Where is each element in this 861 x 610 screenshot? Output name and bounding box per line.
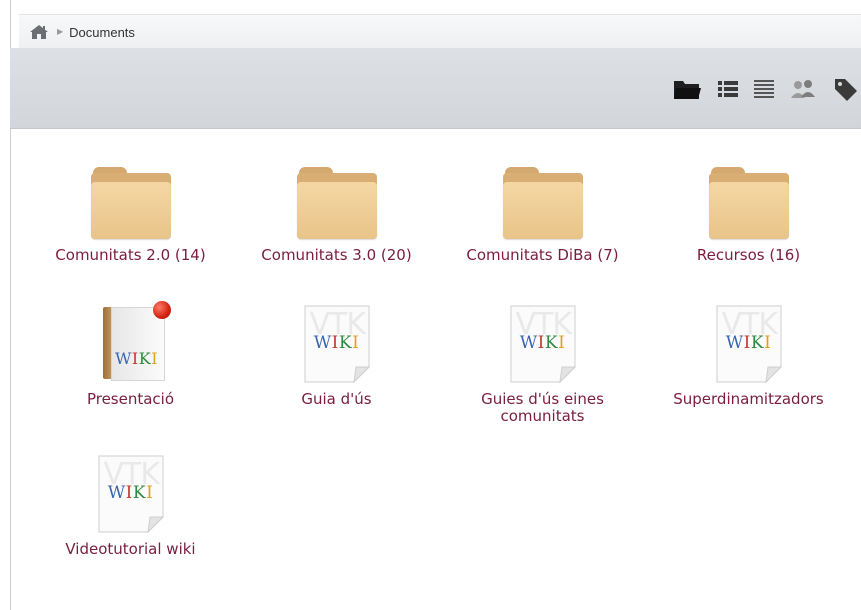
- folder-icon: [502, 167, 583, 239]
- breadcrumb: ▶ Documents: [19, 14, 861, 49]
- folder-icon: [708, 167, 789, 239]
- folder-icon: [673, 78, 701, 104]
- wiki-document-icon: VTK WIKI: [716, 305, 782, 383]
- folder-label[interactable]: Comunitats DiBa (7): [440, 247, 645, 264]
- folder-item[interactable]: Comunitats DiBa (7): [440, 157, 645, 264]
- document-item[interactable]: VTK WIKI Superdinamitzadors: [646, 301, 851, 408]
- new-badge-icon: [152, 301, 171, 319]
- wiki-doc-icon-wrap: VTK WIKI: [440, 301, 645, 383]
- wiki-logo-text: WIKI: [519, 333, 566, 353]
- document-item[interactable]: VTK WIKI Guies d'ús eines comunitats: [440, 301, 645, 425]
- folder-view-button[interactable]: [672, 78, 702, 104]
- folder-item[interactable]: Comunitats 3.0 (20): [234, 157, 439, 264]
- document-item[interactable]: VTK WIKI Videotutorial wiki: [28, 451, 233, 558]
- wiki-doc-icon-wrap: VTK WIKI: [234, 301, 439, 383]
- wiki-doc-icon-wrap: VTK WIKI: [646, 301, 851, 383]
- document-label[interactable]: Superdinamitzadors: [646, 391, 851, 408]
- tag-view-button[interactable]: [832, 78, 860, 104]
- folder-label[interactable]: Recursos (16): [646, 247, 851, 264]
- document-label[interactable]: Guia d'ús: [234, 391, 439, 408]
- folder-icon: [90, 167, 171, 239]
- wiki-logo-text: WIKI: [107, 483, 154, 503]
- tag-icon: [833, 77, 859, 105]
- users-icon: [789, 78, 817, 104]
- folder-item[interactable]: Recursos (16): [646, 157, 851, 264]
- home-icon[interactable]: [29, 23, 49, 41]
- document-label[interactable]: Guies d'ús eines comunitats: [468, 391, 618, 425]
- breadcrumb-current[interactable]: Documents: [69, 25, 135, 40]
- wiki-doc-icon-wrap: VTK WIKI: [28, 451, 233, 533]
- wiki-logo-text: WIKI: [725, 333, 772, 353]
- document-label[interactable]: Presentació: [28, 391, 233, 408]
- view-toolbar: [10, 48, 861, 129]
- compact-list-icon: [753, 79, 775, 103]
- breadcrumb-separator-icon: ▶: [57, 27, 64, 36]
- wiki-logo-text: WIKI: [114, 349, 159, 368]
- folder-item[interactable]: Comunitats 2.0 (14): [28, 157, 233, 264]
- users-view-button[interactable]: [788, 78, 818, 104]
- wiki-document-icon: VTK WIKI: [98, 455, 164, 533]
- book-icon-wrap: WIKI: [28, 301, 233, 383]
- folder-label[interactable]: Comunitats 2.0 (14): [28, 247, 233, 264]
- folder-icon-wrap: [646, 157, 851, 239]
- wiki-document-icon: VTK WIKI: [304, 305, 370, 383]
- wiki-document-icon: VTK WIKI: [510, 305, 576, 383]
- document-item[interactable]: VTK WIKI Guia d'ús: [234, 301, 439, 408]
- document-grid: Comunitats 2.0 (14) Comunitats 3.0 (20) …: [10, 129, 861, 610]
- document-label[interactable]: Videotutorial wiki: [28, 541, 233, 558]
- document-item[interactable]: WIKI Presentació: [28, 301, 233, 408]
- folder-icon: [296, 167, 377, 239]
- folder-icon-wrap: [28, 157, 233, 239]
- wiki-book-icon: WIKI: [95, 301, 171, 383]
- list-icon: [717, 79, 739, 103]
- wiki-logo-text: WIKI: [313, 333, 360, 353]
- folder-icon-wrap: [234, 157, 439, 239]
- compact-list-view-button[interactable]: [752, 78, 776, 104]
- folder-icon-wrap: [440, 157, 645, 239]
- list-view-button[interactable]: [716, 78, 740, 104]
- folder-label[interactable]: Comunitats 3.0 (20): [234, 247, 439, 264]
